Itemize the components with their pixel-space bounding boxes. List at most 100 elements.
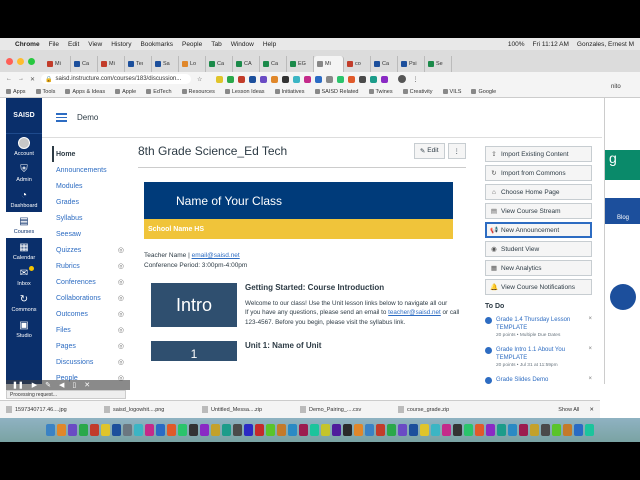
bookmark-item[interactable]: Initiatives xyxy=(274,89,305,95)
menu-item-file[interactable]: File xyxy=(49,41,59,48)
dock-app-icon[interactable] xyxy=(486,424,495,436)
extension-icon[interactable] xyxy=(238,75,246,83)
global-nav-courses[interactable]: ▤ Courses xyxy=(6,212,42,238)
browser-tab[interactable]: Sa xyxy=(152,56,179,72)
course-nav-grades[interactable]: Grades xyxy=(52,194,124,210)
clock[interactable]: Fri 11:12 AM xyxy=(533,41,569,48)
dock-app-icon[interactable] xyxy=(552,424,561,436)
course-nav-collaborations[interactable]: Collaborations ◎ xyxy=(52,290,124,306)
blog-tile[interactable]: Blog xyxy=(605,198,640,224)
menu-app-name[interactable]: Chrome xyxy=(15,41,40,48)
user-name[interactable]: Gonzales, Ernest M xyxy=(577,41,634,48)
dock-app-icon[interactable] xyxy=(145,424,154,436)
course-nav-quizzes[interactable]: Quizzes ◎ xyxy=(52,242,124,258)
menu-item-help[interactable]: Help xyxy=(263,41,276,48)
bookmark-item[interactable]: Creativity xyxy=(402,89,433,95)
hidden-eye-icon[interactable]: ◎ xyxy=(118,326,124,334)
todo-title-link[interactable]: Grade Intro 1.1 About You TEMPLATE xyxy=(496,346,580,362)
menu-item-tab[interactable]: Tab xyxy=(211,41,221,48)
extension-icon[interactable] xyxy=(260,75,268,83)
course-nav-syllabus[interactable]: Syllabus xyxy=(52,210,124,226)
dock-app-icon[interactable] xyxy=(431,424,440,436)
dock-app-icon[interactable] xyxy=(222,424,231,436)
extension-icon[interactable] xyxy=(326,75,334,83)
todo-title-link[interactable]: Grade 1.4 Thursday Lesson TEMPLATE xyxy=(496,316,580,332)
menu-item-people[interactable]: People xyxy=(182,41,202,48)
dock-app-icon[interactable] xyxy=(398,424,407,436)
dock-app-icon[interactable] xyxy=(310,424,319,436)
profile-avatar[interactable] xyxy=(398,75,407,83)
hidden-eye-icon[interactable]: ◎ xyxy=(118,262,124,270)
menu-item-view[interactable]: View xyxy=(88,41,102,48)
browser-tab[interactable]: EG xyxy=(287,56,314,72)
pause-icon[interactable]: ❚❚ xyxy=(12,381,24,389)
browser-tab[interactable]: Ca xyxy=(71,56,98,72)
course-nav-announcements[interactable]: Announcements xyxy=(52,162,124,178)
todo-item[interactable]: Grade Intro 1.1 About You TEMPLATE 20 poi… xyxy=(485,346,592,370)
dock-app-icon[interactable] xyxy=(167,424,176,436)
intro-image[interactable]: Intro xyxy=(151,283,237,327)
dock-app-icon[interactable] xyxy=(123,424,132,436)
global-nav-inbox[interactable]: ✉ Inbox xyxy=(6,264,42,290)
dock-app-icon[interactable] xyxy=(409,424,418,436)
course-nav-discussions[interactable]: Discussions ◎ xyxy=(52,354,124,370)
close-icon[interactable]: ✕ xyxy=(84,381,90,389)
course-nav-modules[interactable]: Modules xyxy=(52,178,124,194)
sidebar-button-choose-home-page[interactable]: ⌂ Choose Home Page xyxy=(485,184,592,200)
more-options-button[interactable]: ⋮ xyxy=(447,142,466,159)
folder-icon[interactable] xyxy=(610,284,636,310)
dock-app-icon[interactable] xyxy=(277,424,286,436)
dock-app-icon[interactable] xyxy=(244,424,253,436)
bookmark-item[interactable]: Resources xyxy=(181,89,215,95)
hidden-eye-icon[interactable]: ◎ xyxy=(118,310,124,318)
unit-1-heading[interactable]: Unit 1: Name of Unit xyxy=(245,341,466,351)
bookmark-item[interactable]: Twines xyxy=(368,89,393,95)
menu-item-history[interactable]: History xyxy=(111,41,131,48)
pen-icon[interactable]: ✎ xyxy=(45,381,51,389)
dock-app-icon[interactable] xyxy=(475,424,484,436)
bookmark-item[interactable]: Lesson Ideas xyxy=(224,89,265,95)
dock-app-icon[interactable] xyxy=(211,424,220,436)
course-nav-home[interactable]: Home xyxy=(52,146,124,162)
forward-icon[interactable]: → xyxy=(18,76,24,82)
sidebar-button-import-existing-content[interactable]: ⇪ Import Existing Content xyxy=(485,146,592,162)
sidebar-button-view-course-notifications[interactable]: 🔔 View Course Notifications xyxy=(485,279,592,295)
global-nav-studio[interactable]: ▣ Studio xyxy=(6,316,42,342)
extension-icon[interactable] xyxy=(293,75,301,83)
menu-item-window[interactable]: Window xyxy=(231,41,254,48)
dock-app-icon[interactable] xyxy=(574,424,583,436)
dock-app-icon[interactable] xyxy=(365,424,374,436)
browser-tab[interactable]: Ca xyxy=(260,56,287,72)
bookmark-item[interactable]: Google xyxy=(471,89,496,95)
dock-app-icon[interactable] xyxy=(90,424,99,436)
course-nav-files[interactable]: Files ◎ xyxy=(52,322,124,338)
dismiss-icon[interactable]: × xyxy=(588,376,592,382)
extension-icon[interactable] xyxy=(227,75,235,83)
course-nav-conferences[interactable]: Conferences ◎ xyxy=(52,274,124,290)
dock-app-icon[interactable] xyxy=(321,424,330,436)
dock-app-icon[interactable] xyxy=(530,424,539,436)
bookmark-star-icon[interactable]: ☆ xyxy=(197,76,202,83)
browser-tab[interactable]: Lo xyxy=(179,56,206,72)
dock-app-icon[interactable] xyxy=(354,424,363,436)
dock-app-icon[interactable] xyxy=(189,424,198,436)
browser-tab[interactable]: Mi xyxy=(98,56,125,72)
download-item[interactable]: Untitled_Messa....zip xyxy=(202,406,294,413)
breadcrumb[interactable]: Demo xyxy=(77,113,98,122)
extension-icon[interactable] xyxy=(249,75,257,83)
browser-tab[interactable]: Psi xyxy=(398,56,425,72)
dock-app-icon[interactable] xyxy=(266,424,275,436)
download-item[interactable]: saisd_logowhit....png xyxy=(104,406,196,413)
extension-icon[interactable] xyxy=(348,75,356,83)
download-item[interactable]: 1597340717.46....jpg xyxy=(6,406,98,413)
dismiss-icon[interactable]: × xyxy=(588,346,592,352)
global-nav-calendar[interactable]: ▦ Calendar xyxy=(6,238,42,264)
dock-app-icon[interactable] xyxy=(79,424,88,436)
extension-icon[interactable] xyxy=(381,75,389,83)
bookmark-item[interactable]: VILS xyxy=(442,89,461,95)
bookmark-item[interactable]: SAISD Related xyxy=(314,89,359,95)
dock-app-icon[interactable] xyxy=(420,424,429,436)
course-nav-pages[interactable]: Pages ◎ xyxy=(52,338,124,354)
sidebar-button-new-analytics[interactable]: ▦ New Analytics xyxy=(485,260,592,276)
saisd-logo[interactable]: SAISD xyxy=(6,98,42,134)
